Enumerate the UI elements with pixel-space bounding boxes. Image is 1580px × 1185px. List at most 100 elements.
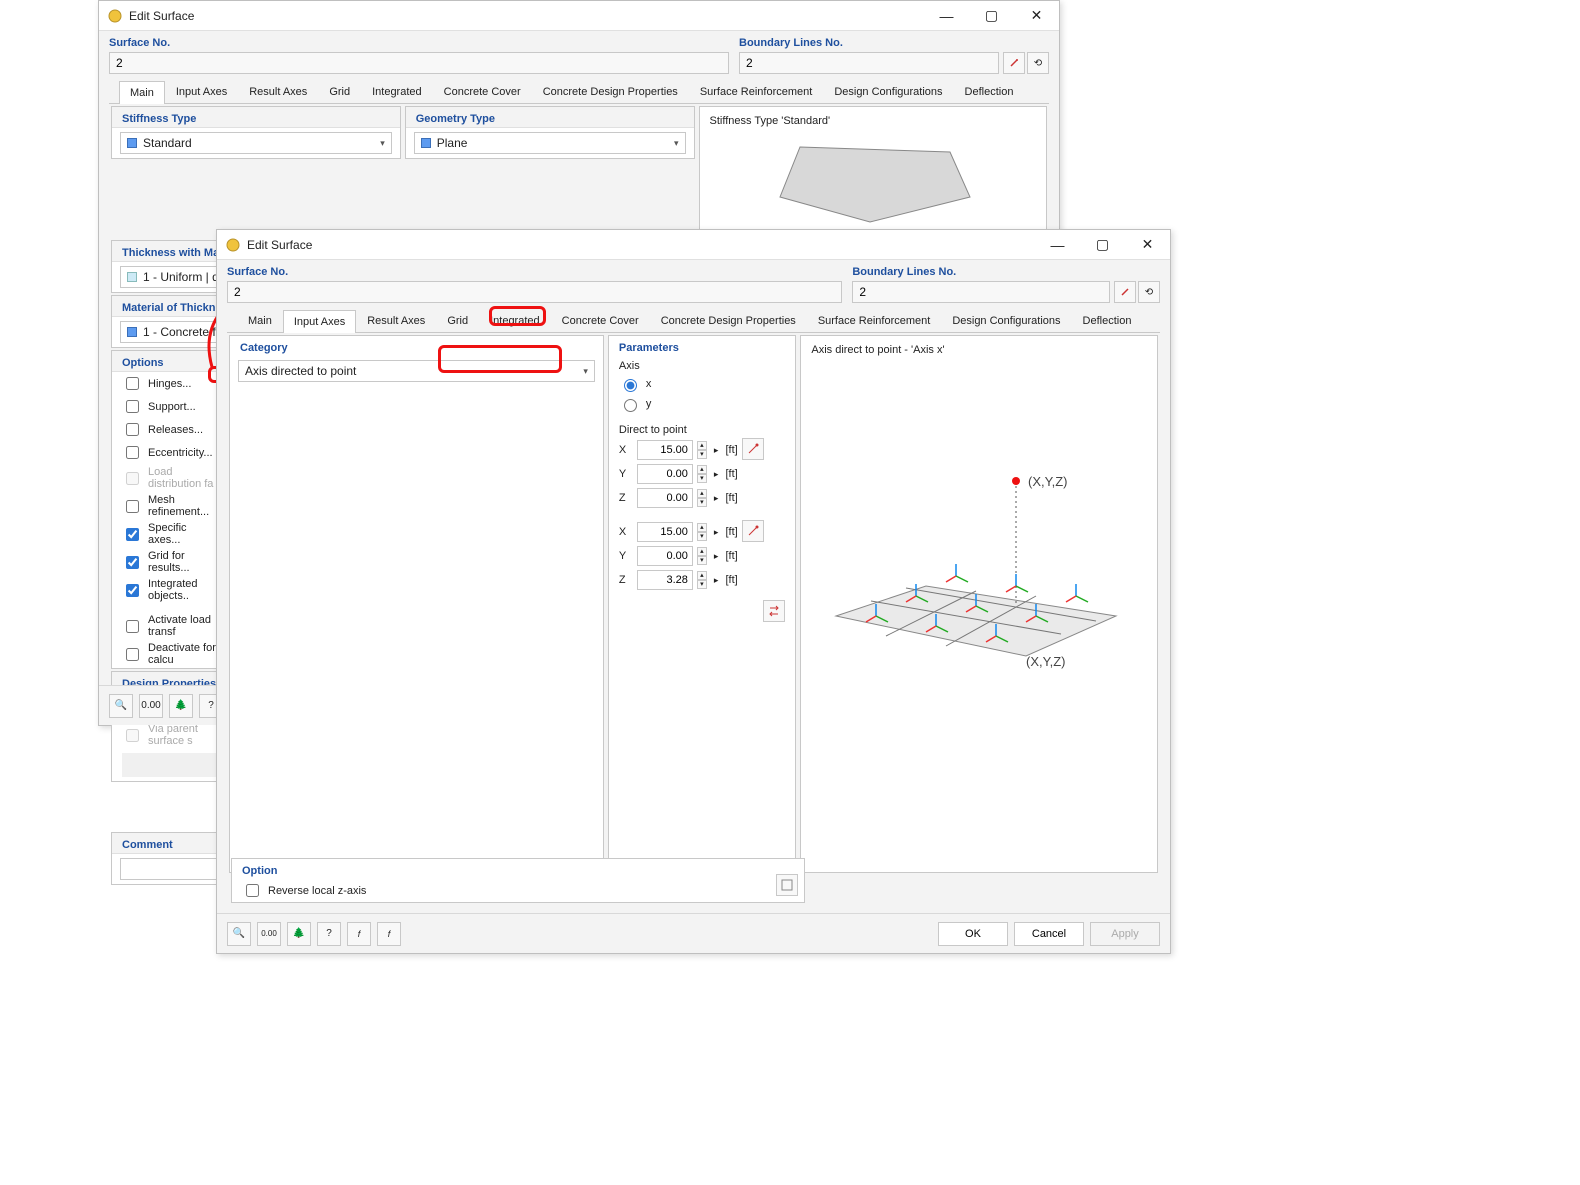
stiffness-type-select[interactable]: Standard xyxy=(120,132,392,154)
option-integrated-objects[interactable]: Integrated objects.. xyxy=(112,576,230,604)
category-select[interactable]: Axis directed to point xyxy=(238,360,595,382)
footer-magnify-icon[interactable]: 🔍 xyxy=(109,694,133,718)
app-icon xyxy=(225,237,241,253)
boundary-lines-input[interactable] xyxy=(739,52,999,74)
option-support[interactable]: Support... xyxy=(112,395,230,418)
geometry-type-select[interactable]: Plane xyxy=(414,132,686,154)
tab-concrete-cover[interactable]: Concrete Cover xyxy=(433,80,532,103)
tab-design-config[interactable]: Design Configurations xyxy=(823,80,953,103)
tab-main[interactable]: Main xyxy=(237,309,283,332)
parameters-label: Parameters xyxy=(609,336,795,356)
close-button[interactable]: ✕ xyxy=(1125,230,1170,260)
surface-no-input[interactable] xyxy=(109,52,729,74)
tab-surface-reinf[interactable]: Surface Reinforcement xyxy=(807,309,942,332)
tab-grid[interactable]: Grid xyxy=(318,80,361,103)
boundary-reset-icon[interactable]: ⟲ xyxy=(1027,52,1049,74)
footer-help-icon[interactable]: ? xyxy=(317,922,341,946)
spinner[interactable]: ▴▾ xyxy=(697,547,707,565)
footer-magnify-icon[interactable]: 🔍 xyxy=(227,922,251,946)
tab-concrete-design[interactable]: Concrete Design Properties xyxy=(650,309,807,332)
boundary-lines-input[interactable] xyxy=(852,281,1110,303)
boundary-lines-label: Boundary Lines No. xyxy=(739,37,1049,49)
tab-integrated[interactable]: Integrated xyxy=(361,80,433,103)
option-extra-icon[interactable] xyxy=(776,874,798,896)
ok-button[interactable]: OK xyxy=(938,922,1008,946)
material-chip-icon xyxy=(127,327,137,337)
tab-surface-reinf[interactable]: Surface Reinforcement xyxy=(689,80,824,103)
apply-button[interactable]: Apply xyxy=(1090,922,1160,946)
spinner[interactable]: ▴▾ xyxy=(697,571,707,589)
tab-result-axes[interactable]: Result Axes xyxy=(238,80,318,103)
coord2-z-input[interactable] xyxy=(637,570,693,590)
stiffness-type-label: Stiffness Type xyxy=(112,107,400,128)
boundary-reset-icon[interactable]: ⟲ xyxy=(1138,281,1160,303)
axis-y-radio[interactable]: y xyxy=(619,394,785,414)
minimize-button[interactable]: — xyxy=(1035,230,1080,260)
footer-fx-icon[interactable]: f xyxy=(347,922,371,946)
option-mesh-refinement[interactable]: Mesh refinement... xyxy=(112,492,230,520)
reverse-z-check[interactable]: Reverse local z-axis xyxy=(232,879,770,902)
axis-x-radio[interactable]: x xyxy=(619,374,785,394)
swap-points-icon[interactable] xyxy=(763,600,785,622)
close-button[interactable]: ✕ xyxy=(1014,1,1059,31)
titlebar-window1: Edit Surface — ▢ ✕ xyxy=(99,1,1059,31)
coord1-y: Y ▴▾ ▸ [ft] xyxy=(619,462,738,486)
direct-to-point-label: Direct to point xyxy=(619,424,785,436)
surface-no-label: Surface No. xyxy=(227,266,842,278)
preview-label-bottom: (X,Y,Z) xyxy=(1026,654,1066,669)
coord1-y-input[interactable] xyxy=(637,464,693,484)
tab-input-axes[interactable]: Input Axes xyxy=(165,80,238,103)
footer-tree-icon[interactable]: 🌲 xyxy=(287,922,311,946)
spinner[interactable]: ▴▾ xyxy=(697,523,707,541)
option-specific-axes[interactable]: Specific axes... xyxy=(112,520,230,548)
footer-units-icon[interactable]: 0.00 xyxy=(139,694,163,718)
tab-result-axes[interactable]: Result Axes xyxy=(356,309,436,332)
coord2-x: X ▴▾ ▸ [ft] xyxy=(619,520,738,544)
tab-grid[interactable]: Grid xyxy=(436,309,479,332)
minimize-button[interactable]: — xyxy=(924,1,969,31)
coord1-x-input[interactable] xyxy=(637,440,693,460)
option-releases[interactable]: Releases... xyxy=(112,418,230,441)
tab-integrated[interactable]: Integrated xyxy=(479,309,551,332)
coord2-y-input[interactable] xyxy=(637,546,693,566)
boundary-pick-icon[interactable] xyxy=(1003,52,1025,74)
comment-label: Comment xyxy=(112,833,230,854)
maximize-button[interactable]: ▢ xyxy=(1080,230,1125,260)
option-activate-load[interactable]: Activate load transf xyxy=(112,612,230,640)
stiffness-chip-icon xyxy=(127,138,137,148)
tab-concrete-design[interactable]: Concrete Design Properties xyxy=(532,80,689,103)
tab-deflection[interactable]: Deflection xyxy=(1072,309,1143,332)
tab-design-config[interactable]: Design Configurations xyxy=(941,309,1071,332)
option-grid-results[interactable]: Grid for results... xyxy=(112,548,230,576)
window2-title: Edit Surface xyxy=(247,238,1035,252)
option-deactivate-calc[interactable]: Deactivate for calcu xyxy=(112,640,230,668)
tab-deflection[interactable]: Deflection xyxy=(954,80,1025,103)
pick-point-2-icon[interactable] xyxy=(742,520,764,542)
footer-fz-icon[interactable]: f xyxy=(377,922,401,946)
surface-no-input[interactable] xyxy=(227,281,842,303)
via-parent-check: Via parent surface s xyxy=(112,721,230,749)
option-load-dist: Load distribution fa xyxy=(112,464,230,492)
coord1-z-input[interactable] xyxy=(637,488,693,508)
footer-tree-icon[interactable]: 🌲 xyxy=(169,694,193,718)
tab-main[interactable]: Main xyxy=(119,81,165,104)
tab-input-axes[interactable]: Input Axes xyxy=(283,310,356,333)
spinner[interactable]: ▴▾ xyxy=(697,465,707,483)
coord1-x: X ▴▾ ▸ [ft] xyxy=(619,438,738,462)
option-label: Option xyxy=(232,859,770,879)
footer-units-icon[interactable]: 0.00 xyxy=(257,922,281,946)
cancel-button[interactable]: Cancel xyxy=(1014,922,1084,946)
maximize-button[interactable]: ▢ xyxy=(969,1,1014,31)
spinner[interactable]: ▴▾ xyxy=(697,489,707,507)
tab-concrete-cover[interactable]: Concrete Cover xyxy=(551,309,650,332)
coord2-z: Z ▴▾ ▸ [ft] xyxy=(619,568,738,592)
thickness-chip-icon xyxy=(127,272,137,282)
spinner[interactable]: ▴▾ xyxy=(697,441,707,459)
option-eccentricity[interactable]: Eccentricity... xyxy=(112,441,230,464)
comment-input[interactable] xyxy=(120,858,222,880)
coord2-x-input[interactable] xyxy=(637,522,693,542)
boundary-pick-icon[interactable] xyxy=(1114,281,1136,303)
pick-point-1-icon[interactable] xyxy=(742,438,764,460)
surface-preview-icon xyxy=(750,137,1010,227)
option-hinges[interactable]: Hinges... xyxy=(112,372,230,395)
